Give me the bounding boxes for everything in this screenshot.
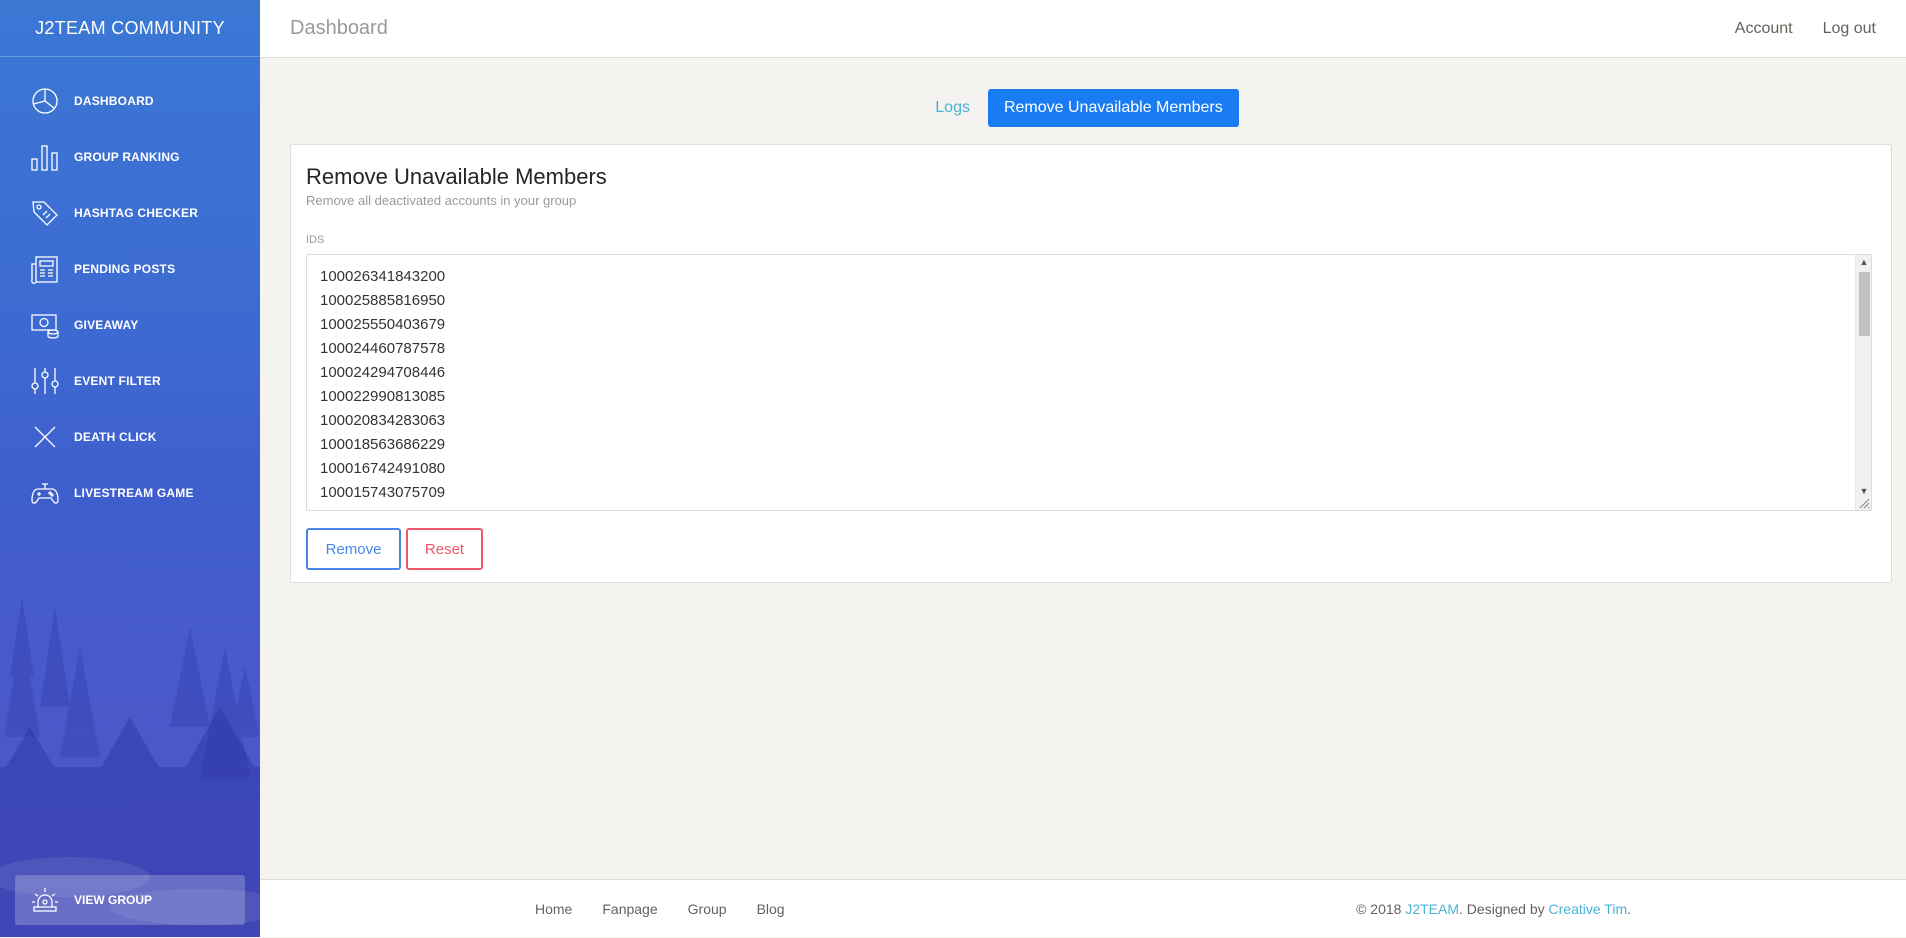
sidebar-item-label: Dashboard <box>74 94 154 108</box>
sidebar-item-group-ranking[interactable]: Group Ranking <box>0 129 260 185</box>
money-icon <box>30 310 60 340</box>
id-line: 100024294708446 <box>320 364 446 381</box>
sidebar: J2TEAM COMMUNITY Dashboard Group Rankin <box>0 0 260 937</box>
sidebar-item-hashtag-checker[interactable]: Hashtag Checker <box>0 185 260 241</box>
gamepad-icon <box>30 478 60 508</box>
j2team-link[interactable]: J2TEAM <box>1405 901 1459 917</box>
textarea-scrollbar[interactable]: ▲ ▼ <box>1855 255 1871 510</box>
id-line: 100014438472481 <box>320 505 1871 510</box>
sliders-icon <box>30 366 60 396</box>
id-line: 100016742491080 <box>320 460 446 477</box>
view-group-label: View Group <box>74 893 153 907</box>
page-title[interactable]: Dashboard <box>290 17 388 40</box>
reset-button[interactable]: Reset <box>406 528 483 570</box>
designed-by-text: . Designed by <box>1459 901 1549 917</box>
sidebar-item-pending-posts[interactable]: Pending Posts <box>0 241 260 297</box>
sidebar-item-label: Death Click <box>74 430 157 444</box>
footer-link-home[interactable]: Home <box>535 901 572 917</box>
logout-link[interactable]: Log out <box>1823 20 1876 38</box>
id-line: 100020834283063 <box>320 412 446 429</box>
navbar-links: Account Log out <box>1735 20 1876 38</box>
sidebar-item-event-filter[interactable]: Event Filter <box>0 353 260 409</box>
forest-background-image <box>0 477 260 937</box>
newspaper-icon <box>30 254 60 284</box>
id-line: 100025885816950 <box>320 292 446 309</box>
id-line: 100024460787578 <box>320 340 446 357</box>
sidebar-item-label: Group Ranking <box>74 150 180 164</box>
id-line: 100018563686229 <box>320 436 446 453</box>
copyright-end: . <box>1627 901 1631 917</box>
footer-link-fanpage[interactable]: Fanpage <box>602 901 657 917</box>
alert-light-icon <box>30 885 60 915</box>
footer-copyright: © 2018 J2TEAM. Designed by Creative Tim. <box>1356 880 1631 938</box>
main-content: Dashboard Account Log out Logs Remove Un… <box>260 0 1906 937</box>
sidebar-item-label: Event Filter <box>74 374 161 388</box>
id-line: 100022990813085 <box>320 388 446 405</box>
sidebar-item-dashboard[interactable]: Dashboard <box>0 73 260 129</box>
tag-icon <box>30 198 60 228</box>
footer-link-group[interactable]: Group <box>688 901 727 917</box>
pie-chart-icon <box>30 86 60 116</box>
id-line: 100025550403679 <box>320 316 446 333</box>
bar-chart-icon <box>30 142 60 172</box>
sidebar-item-death-click[interactable]: Death Click <box>0 409 260 465</box>
id-line: 100026341843200 <box>320 268 446 285</box>
card-title: Remove Unavailable Members <box>306 164 607 189</box>
top-navbar: Dashboard Account Log out <box>260 0 1906 58</box>
id-line: 100015743075709 <box>320 484 446 501</box>
sidebar-item-label: Giveaway <box>74 318 139 332</box>
resize-grip-icon[interactable] <box>1857 496 1870 509</box>
brand-title[interactable]: J2TEAM COMMUNITY <box>0 0 260 57</box>
sidebar-item-label: Livestream Game <box>74 486 194 500</box>
sidebar-item-label: Pending Posts <box>74 262 176 276</box>
sidebar-item-label: Hashtag Checker <box>74 206 199 220</box>
footer-links: Home Fanpage Group Blog <box>535 880 785 938</box>
ids-textarea[interactable]: 100026341843200 100025885816950 10002555… <box>306 254 1872 511</box>
scrollbar-thumb[interactable] <box>1859 272 1870 336</box>
remove-members-card: Remove Unavailable Members Remove all de… <box>290 144 1892 583</box>
tab-remove-unavailable-members[interactable]: Remove Unavailable Members <box>987 89 1239 127</box>
sidebar-item-giveaway[interactable]: Giveaway <box>0 297 260 353</box>
remove-button[interactable]: Remove <box>306 528 401 570</box>
view-group-button[interactable]: View Group <box>15 875 245 925</box>
sidebar-item-livestream-game[interactable]: Livestream Game <box>0 465 260 521</box>
footer-link-blog[interactable]: Blog <box>757 901 785 917</box>
copyright-prefix: © 2018 <box>1356 901 1406 917</box>
footer: Home Fanpage Group Blog © 2018 J2TEAM. D… <box>260 879 1906 937</box>
tab-bar: Logs Remove Unavailable Members <box>260 89 1906 127</box>
scroll-up-arrow-icon[interactable]: ▲ <box>1856 255 1871 269</box>
sidebar-nav: Dashboard Group Ranking Hashtag Checke <box>0 57 260 521</box>
account-link[interactable]: Account <box>1735 20 1793 38</box>
ids-field-label: IDS <box>306 234 325 246</box>
form-actions: Remove Reset <box>306 528 1876 570</box>
tab-logs[interactable]: Logs <box>927 91 978 125</box>
ids-list: 100026341843200 100025885816950 10002555… <box>307 255 1871 510</box>
card-subtitle: Remove all deactivated accounts in your … <box>306 193 577 208</box>
close-icon <box>30 422 60 452</box>
creative-tim-link[interactable]: Creative Tim <box>1549 901 1628 917</box>
